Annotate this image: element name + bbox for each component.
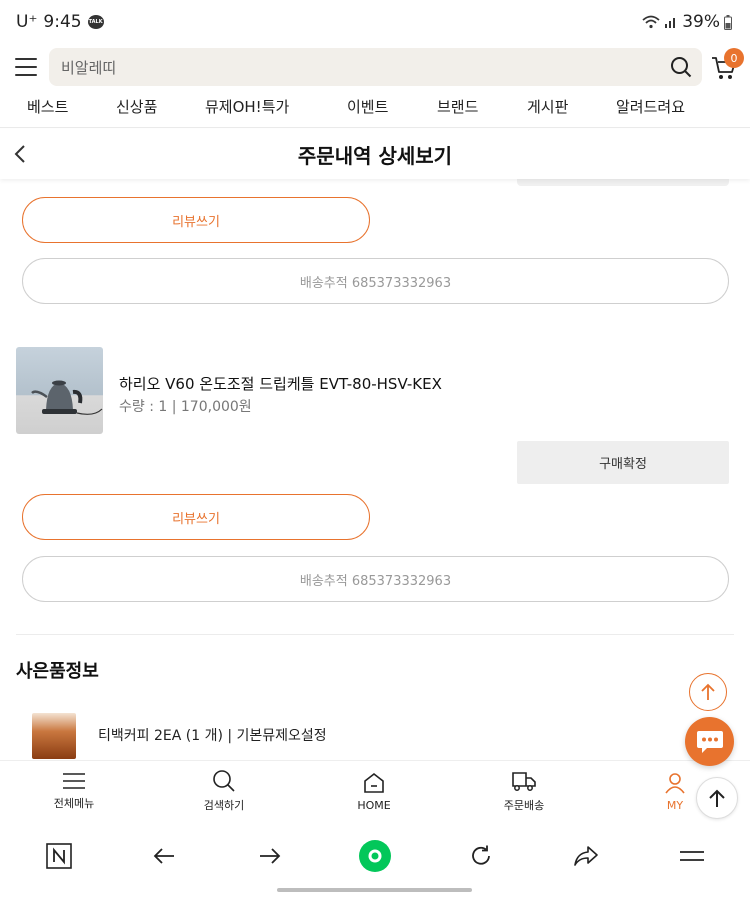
category-board[interactable]: 게시판 [527, 96, 568, 117]
review-button[interactable]: 리뷰쓰기 [22, 494, 370, 540]
page-title: 주문내역 상세보기 [297, 143, 453, 168]
tab-label: HOME [357, 798, 391, 812]
gift-image [32, 713, 76, 759]
search-row: 비알레띠 [0, 44, 750, 90]
tab-label: MY [666, 798, 684, 812]
category-brand[interactable]: 브랜드 [437, 96, 478, 117]
tab-label: 검색하기 [203, 799, 245, 812]
cart-count-badge: 0 [724, 48, 744, 68]
status-left: U⁺ 9:45 TALK [16, 12, 104, 32]
arrow-up-icon [709, 789, 725, 807]
battery-icon [724, 14, 732, 30]
tab-all-menu[interactable]: 전체메뉴 [14, 761, 134, 821]
signal-icon [665, 18, 676, 28]
search-icon [213, 770, 235, 792]
status-right: 39% [642, 12, 732, 32]
confirm-purchase-button[interactable]: 구매확정 [517, 441, 729, 484]
search-icon[interactable] [670, 56, 692, 78]
talk-badge-label: TALK [88, 19, 103, 25]
search-placeholder: 비알레띠 [61, 58, 117, 77]
browser-forward-icon[interactable] [255, 841, 285, 871]
category-new[interactable]: 신상품 [116, 96, 157, 117]
menu-icon [63, 773, 85, 789]
browser-menu-icon[interactable] [677, 841, 707, 871]
bottom-tab-bar: 전체메뉴 검색하기 HOME 주문배송 MY [0, 760, 750, 827]
tab-search[interactable]: 검색하기 [164, 761, 284, 821]
kettle-illustration [31, 380, 103, 415]
category-event[interactable]: 이벤트 [347, 96, 388, 117]
carrier-label: U⁺ [16, 12, 38, 32]
tab-order-delivery[interactable]: 주문배송 [464, 761, 584, 821]
section-divider [16, 634, 734, 635]
naver-home-icon[interactable] [44, 841, 74, 871]
product-image[interactable] [16, 347, 103, 434]
tracking-button[interactable]: 배송추적 685373332963 [22, 556, 729, 602]
category-special[interactable]: 뮤제OH!특가 [205, 96, 289, 117]
tab-home[interactable]: HOME [314, 761, 434, 821]
battery-percent: 39% [682, 12, 720, 32]
status-bar: U⁺ 9:45 TALK 39% [0, 0, 750, 44]
category-notice[interactable]: 알려드려요 [616, 96, 685, 117]
page-header: 주문내역 상세보기 [0, 129, 750, 179]
naver-green-dot-icon[interactable] [358, 839, 392, 873]
back-arrow-icon[interactable] [12, 143, 30, 165]
truck-icon [512, 772, 536, 791]
chat-bubble-icon [696, 730, 723, 753]
home-icon [364, 772, 384, 793]
talk-notification-icon: TALK [87, 15, 104, 29]
chat-button[interactable] [685, 717, 734, 766]
review-button[interactable]: 리뷰쓰기 [22, 197, 370, 243]
share-icon[interactable] [571, 841, 601, 871]
hamburger-menu-icon[interactable] [15, 58, 37, 76]
browser-toolbar [0, 827, 750, 887]
gift-section-title: 사은품정보 [16, 661, 99, 682]
tracking-button[interactable]: 배송추적 685373332963 [22, 258, 729, 304]
refresh-icon[interactable] [466, 841, 496, 871]
category-nav: 베스트 신상품 뮤제OH!특가 이벤트 브랜드 게시판 알려드려요 [0, 90, 750, 128]
scroll-to-top-button[interactable] [696, 777, 738, 819]
user-icon [665, 772, 685, 793]
product-quantity-price: 수량 : 1 | 170,000원 [119, 399, 252, 415]
wifi-icon [642, 15, 660, 29]
arrow-up-icon [701, 683, 715, 700]
browser-back-icon[interactable] [149, 841, 179, 871]
category-best[interactable]: 베스트 [27, 96, 68, 117]
gift-item-text: 티백커피 2EA (1 개) | 기본뮤제오설정 [98, 728, 327, 744]
clock: 9:45 [43, 12, 82, 32]
search-input[interactable]: 비알레띠 [49, 48, 702, 86]
tab-label: 주문배송 [503, 799, 545, 812]
scroll-up-button[interactable] [689, 673, 727, 711]
product-name[interactable]: 하리오 V60 온도조절 드립케틀 EVT-80-HSV-KEX [119, 373, 442, 394]
tab-label: 전체메뉴 [53, 797, 95, 810]
home-indicator [277, 888, 472, 892]
